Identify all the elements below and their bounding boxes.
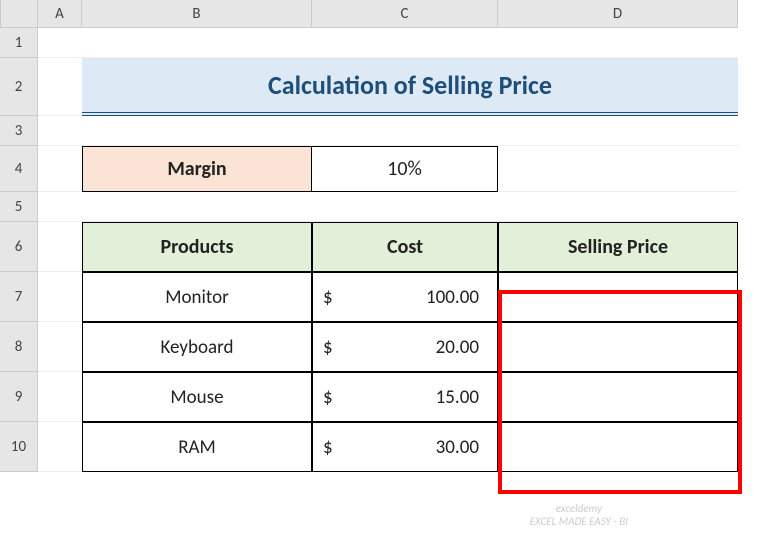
selling-0[interactable] [498, 272, 738, 322]
cost-value: 20.00 [436, 336, 479, 359]
header-cost[interactable]: Cost [312, 222, 498, 272]
cell-a9[interactable] [38, 372, 82, 422]
cell-b1[interactable] [82, 28, 312, 58]
cell-a7[interactable] [38, 272, 82, 322]
row-header-8[interactable]: 8 [0, 322, 38, 372]
cell-d1[interactable] [498, 28, 738, 58]
row-header-6[interactable]: 6 [0, 222, 38, 272]
row-header-10[interactable]: 10 [0, 422, 38, 472]
watermark-line1: exceldemy [530, 502, 628, 515]
cost-1[interactable]: $20.00 [312, 322, 498, 372]
title-cell[interactable]: Calculation of Selling Price [82, 58, 738, 116]
cost-0[interactable]: $100.00 [312, 272, 498, 322]
selling-2[interactable] [498, 372, 738, 422]
col-header-b[interactable]: B [82, 0, 312, 28]
currency-symbol: $ [323, 436, 333, 459]
product-2[interactable]: Mouse [82, 372, 312, 422]
col-header-c[interactable]: C [312, 0, 498, 28]
row-header-7[interactable]: 7 [0, 272, 38, 322]
product-3[interactable]: RAM [82, 422, 312, 472]
cost-value: 30.00 [436, 436, 479, 459]
col-header-a[interactable]: A [38, 0, 82, 28]
currency-symbol: $ [323, 336, 333, 359]
cell-d5[interactable] [498, 192, 738, 222]
cell-c5[interactable] [312, 192, 498, 222]
cell-a6[interactable] [38, 222, 82, 272]
margin-label[interactable]: Margin [82, 146, 312, 192]
cell-d3[interactable] [498, 116, 738, 146]
col-header-d[interactable]: D [498, 0, 738, 28]
cost-2[interactable]: $15.00 [312, 372, 498, 422]
cell-a3[interactable] [38, 116, 82, 146]
cell-a4[interactable] [38, 146, 82, 192]
row-header-2[interactable]: 2 [0, 58, 38, 116]
cost-3[interactable]: $30.00 [312, 422, 498, 472]
selling-3[interactable] [498, 422, 738, 472]
cell-c3[interactable] [312, 116, 498, 146]
row-header-1[interactable]: 1 [0, 28, 38, 58]
cost-value: 15.00 [436, 386, 479, 409]
margin-value[interactable]: 10% [312, 146, 498, 192]
select-all-corner[interactable] [0, 0, 38, 28]
cell-a10[interactable] [38, 422, 82, 472]
header-selling[interactable]: Selling Price [498, 222, 738, 272]
currency-symbol: $ [323, 286, 333, 309]
row-header-4[interactable]: 4 [0, 146, 38, 192]
row-header-9[interactable]: 9 [0, 372, 38, 422]
cell-b3[interactable] [82, 116, 312, 146]
cell-a8[interactable] [38, 322, 82, 372]
currency-symbol: $ [323, 386, 333, 409]
cell-d4[interactable] [498, 146, 738, 192]
cell-a2[interactable] [38, 58, 82, 116]
cell-a5[interactable] [38, 192, 82, 222]
spreadsheet-grid: A B C D 1 2 Calculation of Selling Price… [0, 0, 768, 472]
cell-a1[interactable] [38, 28, 82, 58]
header-products[interactable]: Products [82, 222, 312, 272]
cost-value: 100.00 [426, 286, 479, 309]
watermark: exceldemy EXCEL MADE EASY - BI [530, 502, 628, 528]
product-0[interactable]: Monitor [82, 272, 312, 322]
cell-b5[interactable] [82, 192, 312, 222]
watermark-line2: EXCEL MADE EASY - BI [530, 515, 628, 528]
row-header-5[interactable]: 5 [0, 192, 38, 222]
cell-c1[interactable] [312, 28, 498, 58]
row-header-3[interactable]: 3 [0, 116, 38, 146]
selling-1[interactable] [498, 322, 738, 372]
product-1[interactable]: Keyboard [82, 322, 312, 372]
